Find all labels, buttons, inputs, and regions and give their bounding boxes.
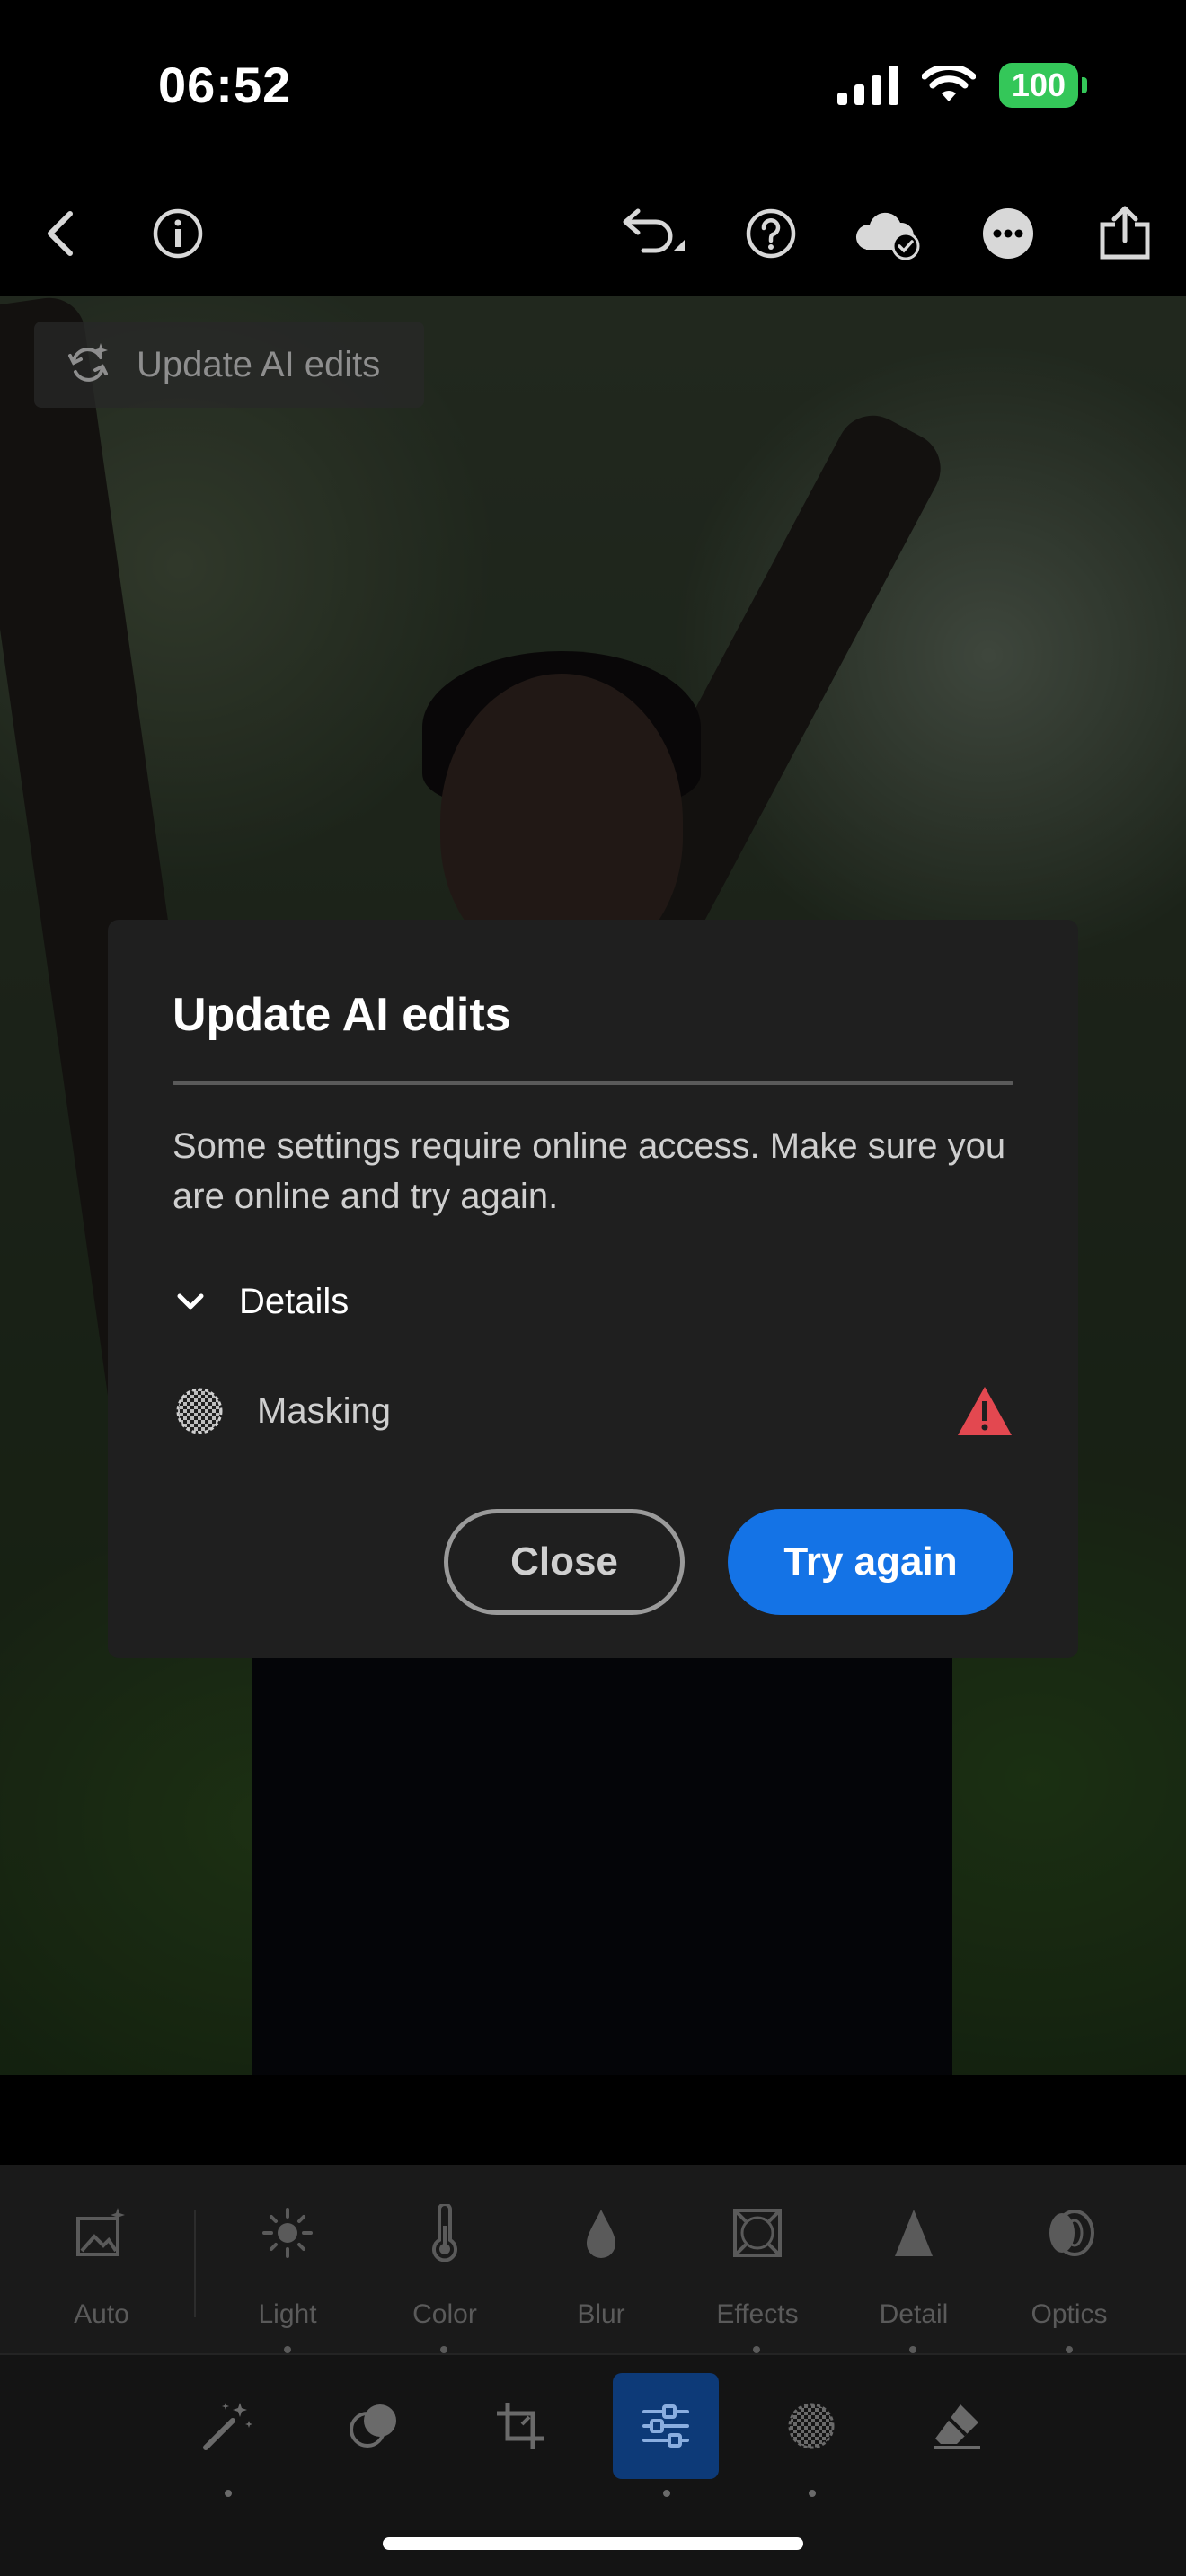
panel-item-blur[interactable]: Blur xyxy=(534,2197,668,2330)
info-icon[interactable] xyxy=(142,198,214,269)
close-button[interactable]: Close xyxy=(444,1509,685,1615)
dialog-message: Some settings require online access. Mak… xyxy=(173,1126,1006,1216)
canvas-footer xyxy=(0,2075,1186,2165)
more-icon[interactable] xyxy=(972,198,1044,269)
panel-item-label: Light xyxy=(258,2299,317,2329)
sliders-icon xyxy=(642,2404,689,2448)
panel-item-light[interactable]: Light xyxy=(220,2197,355,2330)
panel-item-label: Optics xyxy=(1031,2299,1108,2329)
status-time: 06:52 xyxy=(158,57,292,113)
cellular-signal-icon xyxy=(836,66,898,105)
share-icon[interactable] xyxy=(1089,198,1161,269)
cloud-synced-icon[interactable] xyxy=(852,198,924,269)
indicator-dot xyxy=(663,2490,670,2497)
indicator-dot xyxy=(1066,2346,1073,2353)
panel-item-optics[interactable]: Optics xyxy=(1002,2197,1137,2330)
panel-item-label: Auto xyxy=(74,2299,129,2329)
top-toolbar xyxy=(0,171,1186,296)
triangle-icon xyxy=(895,2210,933,2256)
detail-item-label: Masking xyxy=(257,1390,391,1431)
status-bar: 06:52 100 xyxy=(0,0,1186,171)
home-indicator[interactable] xyxy=(383,2537,803,2550)
tab-quick-actions[interactable] xyxy=(174,2373,280,2479)
dialog-title: Update AI edits xyxy=(173,989,511,1041)
indicator-dot xyxy=(440,2346,447,2353)
panel-item-label: Effects xyxy=(716,2299,799,2329)
magic-wand-icon xyxy=(203,2403,252,2450)
panel-item-label: Detail xyxy=(879,2299,949,2329)
details-label: Details xyxy=(239,1281,350,1321)
indicator-dot xyxy=(809,2490,816,2497)
dialog-divider xyxy=(173,1081,1013,1085)
lens-icon xyxy=(1049,2210,1094,2256)
panel-item-label: Color xyxy=(412,2299,477,2329)
panel-divider xyxy=(194,2210,196,2317)
ai-refresh-icon xyxy=(68,343,108,382)
update-ai-edits-chip[interactable]: Update AI edits xyxy=(34,322,424,408)
undo-icon[interactable] xyxy=(618,198,690,269)
back-chevron-icon[interactable] xyxy=(25,198,97,269)
panel-item-color[interactable]: Color xyxy=(377,2197,512,2330)
try-again-button[interactable]: Try again xyxy=(728,1509,1013,1615)
indicator-dot xyxy=(284,2346,291,2353)
tab-masking[interactable] xyxy=(758,2373,864,2479)
masking-icon xyxy=(788,2403,835,2449)
crop-icon xyxy=(497,2403,544,2449)
panel-item-label: Blur xyxy=(577,2299,625,2329)
edit-panel: Auto Light Color Blur Effects Detail Opt… xyxy=(0,2165,1186,2353)
thermometer-icon xyxy=(432,2204,457,2262)
droplet-icon xyxy=(587,2210,615,2258)
battery-indicator: 100 xyxy=(998,63,1088,108)
indicator-dot xyxy=(909,2346,916,2353)
panel-item-detail[interactable]: Detail xyxy=(846,2197,981,2330)
tab-crop[interactable] xyxy=(467,2373,573,2479)
update-ai-edits-dialog: Update AI edits Some settings require on… xyxy=(108,920,1078,1658)
masking-icon xyxy=(176,1388,223,1434)
indicator-dot xyxy=(225,2490,232,2497)
tab-presets[interactable] xyxy=(322,2373,428,2479)
auto-photo-icon xyxy=(76,2208,125,2256)
details-toggle[interactable]: Details xyxy=(173,1270,349,1333)
presets-icon xyxy=(350,2404,396,2448)
tab-remove[interactable] xyxy=(904,2373,1010,2479)
panel-item-auto[interactable]: Auto xyxy=(34,2197,169,2330)
warning-icon xyxy=(958,1387,1012,1435)
panel-item-effects[interactable]: Effects xyxy=(690,2197,825,2330)
help-icon[interactable] xyxy=(735,198,807,269)
detail-item-masking: Masking xyxy=(173,1380,1013,1442)
status-icons: 100 xyxy=(836,63,1088,108)
update-ai-edits-label: Update AI edits xyxy=(137,344,381,384)
vignette-icon xyxy=(733,2209,782,2257)
sun-icon xyxy=(262,2208,313,2258)
tab-edit-sliders[interactable] xyxy=(613,2373,719,2479)
indicator-dot xyxy=(753,2346,760,2353)
chevron-down-icon xyxy=(177,1293,204,1310)
wifi-icon xyxy=(921,66,976,101)
eraser-icon xyxy=(934,2404,980,2449)
